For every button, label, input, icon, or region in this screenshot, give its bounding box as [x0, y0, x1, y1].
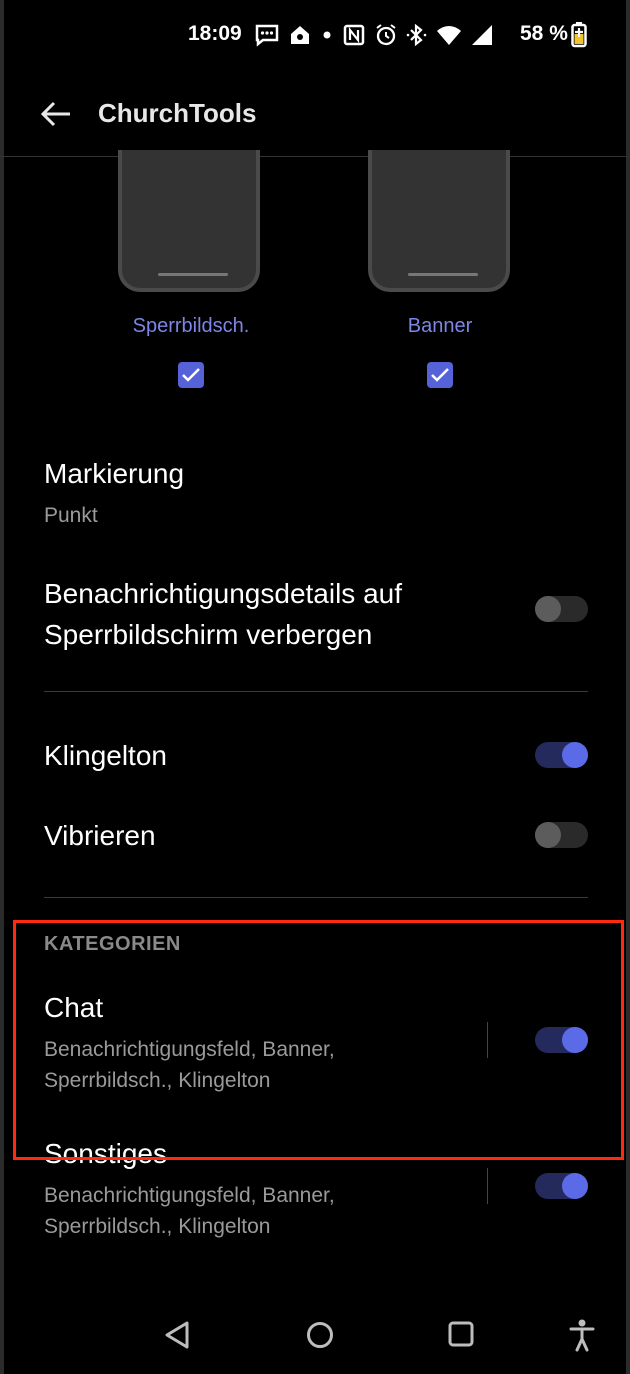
lockscreen-label: Sperrbildsch. — [132, 315, 250, 337]
status-time: 18:09 — [188, 22, 242, 45]
lockscreen-preview[interactable] — [118, 150, 260, 292]
nfc-icon — [343, 24, 365, 46]
toggle-knob — [562, 1173, 588, 1199]
accessibility-icon[interactable] — [569, 1318, 595, 1352]
hide-details-toggle[interactable] — [535, 596, 588, 622]
lockscreen-checkbox[interactable] — [178, 362, 204, 388]
home-indicator — [408, 273, 478, 276]
markierung-title[interactable]: Markierung — [44, 458, 184, 490]
hide-details-line1: Benachrichtigungsdetails auf — [44, 578, 403, 609]
chat-bubble-icon — [255, 24, 279, 47]
divider — [44, 691, 588, 692]
navigation-bar — [0, 1304, 630, 1374]
check-icon — [182, 368, 200, 382]
app-bar: ChurchTools — [0, 70, 630, 157]
nav-home-icon[interactable] — [305, 1320, 335, 1350]
status-icons — [254, 20, 494, 50]
hide-details-title[interactable]: Benachrichtigungsdetails auf Sperrbildsc… — [44, 573, 402, 655]
alarm-icon — [376, 24, 396, 46]
toggle-knob — [562, 742, 588, 768]
battery-percent: 58 % — [520, 22, 568, 45]
category-sonstiges-summary-line1: Benachrichtigungsfeld, Banner, — [44, 1184, 335, 1207]
category-sonstiges-summary-line2: Sperrbildsch., Klingelton — [44, 1215, 271, 1238]
vertical-separator — [487, 1168, 488, 1204]
vibrieren-toggle[interactable] — [535, 822, 588, 848]
home-app-icon — [291, 26, 309, 44]
banner-checkbox[interactable] — [427, 362, 453, 388]
screen-edge-right — [626, 0, 630, 1374]
markierung-value: Punkt — [44, 504, 98, 527]
back-arrow-icon[interactable] — [38, 96, 74, 132]
home-indicator — [158, 273, 228, 276]
app-title: ChurchTools — [98, 98, 257, 128]
screen-edge-left — [0, 0, 4, 1374]
wifi-icon — [437, 26, 461, 45]
highlight-box — [13, 920, 624, 1160]
battery-charging-icon — [571, 22, 587, 48]
cell-signal-icon — [472, 25, 492, 45]
category-sonstiges-toggle[interactable] — [535, 1173, 588, 1199]
dot-icon — [323, 31, 331, 39]
klingelton-title[interactable]: Klingelton — [44, 740, 167, 772]
nav-recents-icon[interactable] — [447, 1320, 475, 1348]
klingelton-toggle[interactable] — [535, 742, 588, 768]
toggle-knob — [535, 596, 561, 622]
hide-details-line2: Sperrbildschirm verbergen — [44, 619, 373, 650]
banner-label: Banner — [407, 315, 473, 337]
toggle-knob — [535, 822, 561, 848]
vibrieren-title[interactable]: Vibrieren — [44, 820, 156, 852]
check-icon — [431, 368, 449, 382]
banner-preview[interactable] — [368, 150, 510, 292]
status-bar: 18:09 58 % — [0, 0, 630, 70]
nav-back-icon[interactable] — [163, 1320, 191, 1350]
category-sonstiges-summary: Benachrichtigungsfeld, Banner, Sperrbild… — [44, 1180, 335, 1242]
bluetooth-icon — [406, 23, 427, 47]
divider — [44, 897, 588, 898]
